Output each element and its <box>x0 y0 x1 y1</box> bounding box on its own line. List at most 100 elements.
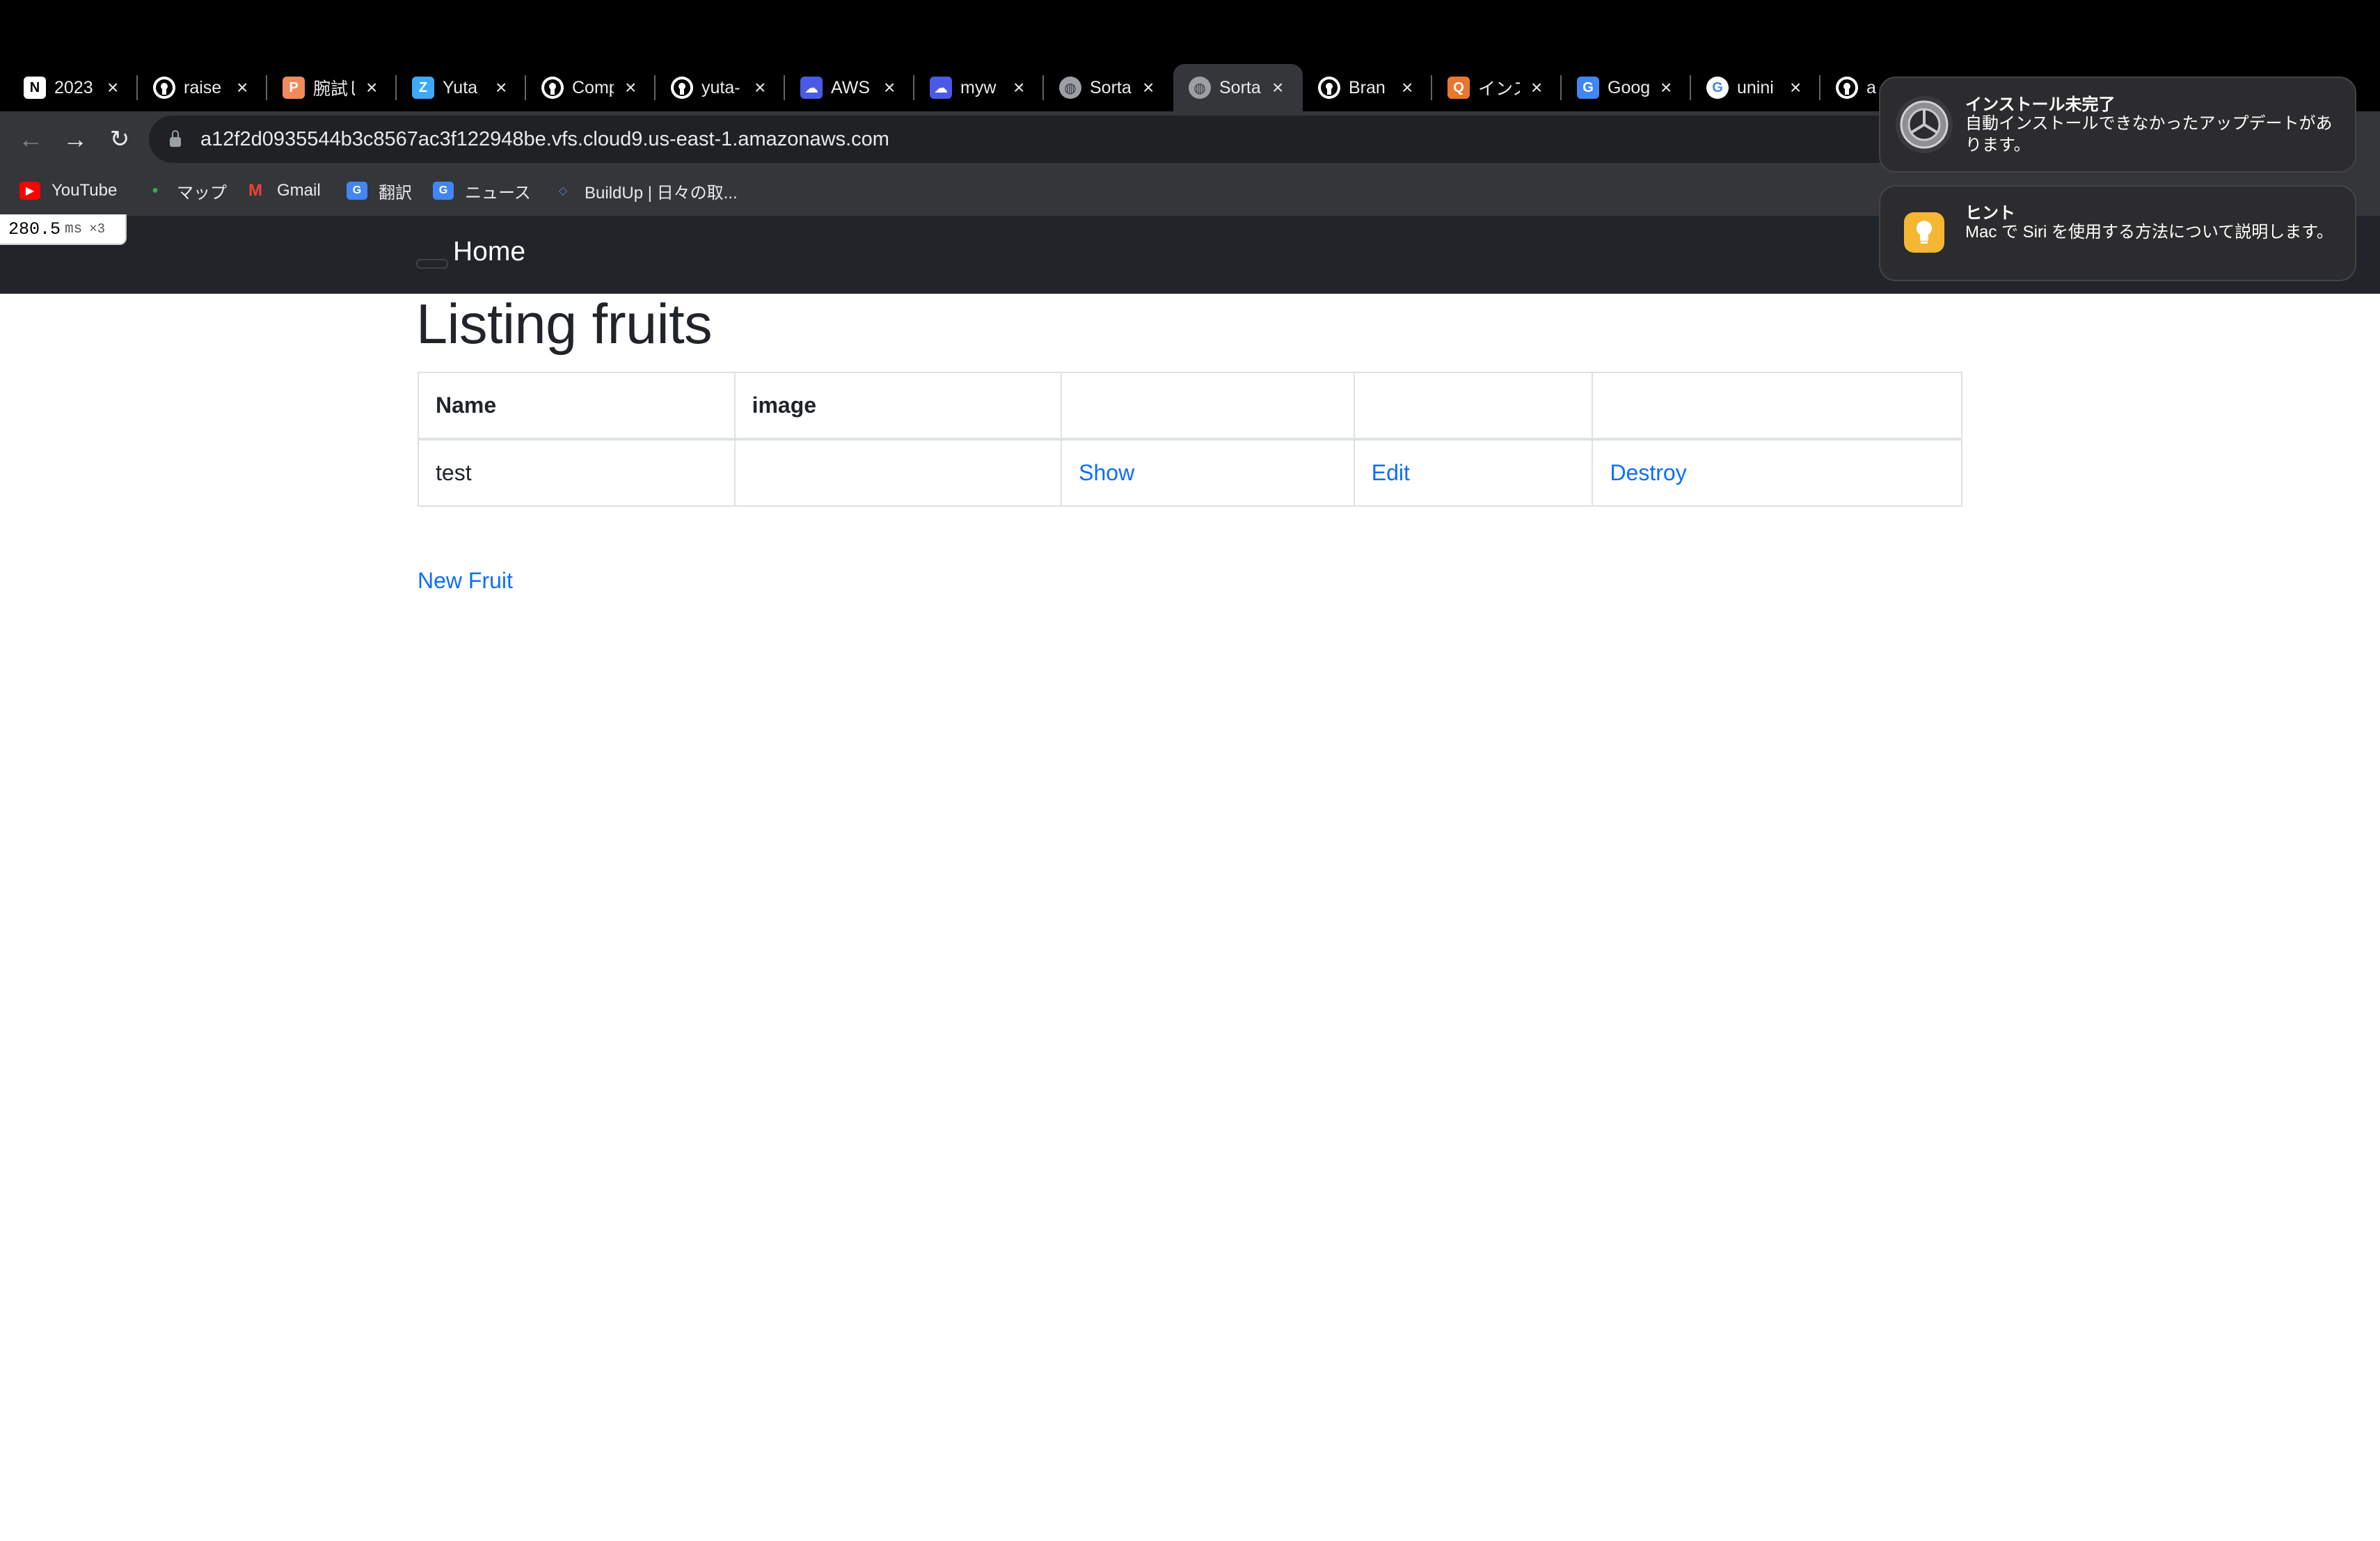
notification-body: Mac で Siri を使用する方法について説明します。 <box>1965 223 2333 242</box>
forward-icon[interactable]: → <box>58 123 92 156</box>
tab-separator <box>1042 75 1044 100</box>
browser-tab[interactable]: G Goog × <box>1562 65 1691 110</box>
bookmark-label[interactable]: YouTube <box>51 181 117 200</box>
tab-title[interactable]: Bran <box>1349 78 1390 98</box>
back-icon[interactable]: ← <box>14 123 47 156</box>
tab-separator <box>784 75 785 100</box>
browser-tab[interactable]: Comp × <box>526 65 656 110</box>
browser-tab[interactable]: P 腕試し × <box>267 65 397 110</box>
close-icon[interactable]: × <box>495 77 507 99</box>
close-icon[interactable]: × <box>1790 77 1801 99</box>
close-icon[interactable]: × <box>107 77 118 99</box>
notification-tips[interactable]: ヒント Mac で Siri を使用する方法について説明します。 <box>1879 185 2356 281</box>
browser-tab[interactable]: Z Yuta × <box>397 65 526 110</box>
tab-title[interactable]: myw <box>960 78 1002 98</box>
window-top-bar <box>0 0 2380 61</box>
tab-separator <box>266 75 267 100</box>
notification-title: インストール未完了 <box>1965 95 2116 114</box>
browser-tab[interactable]: raise × <box>138 65 267 110</box>
tab-title[interactable]: unini <box>1737 78 1779 98</box>
close-icon[interactable]: × <box>1531 77 1542 99</box>
table-header-row: Name image <box>418 372 1962 441</box>
bookmark-label[interactable]: Gmail <box>277 181 321 200</box>
cell-edit: Edit <box>1353 438 1594 507</box>
tab-title[interactable]: Yuta <box>443 78 484 98</box>
show-link[interactable]: Show <box>1079 460 1134 485</box>
destroy-link[interactable]: Destroy <box>1610 460 1686 485</box>
youtube-icon: ▶ <box>19 182 40 200</box>
table-row: test Show Edit Destroy <box>418 438 1962 507</box>
tab-title[interactable]: Comp <box>572 78 614 98</box>
paiza-icon: P <box>283 77 305 99</box>
header-empty <box>1353 372 1594 441</box>
tab-title[interactable]: raise <box>184 78 225 98</box>
translate-icon: G <box>1577 77 1599 99</box>
close-icon[interactable]: × <box>884 77 895 99</box>
bookmark-item[interactable]: ◇ BuildUp | 日々の取... <box>553 177 738 205</box>
bookmark-label[interactable]: BuildUp | 日々の取... <box>585 179 738 203</box>
bookmark-label[interactable]: ニュース <box>465 179 531 203</box>
cell-image <box>733 438 1063 507</box>
zenn-icon: Z <box>412 77 434 99</box>
tab-title[interactable]: Goog <box>1608 78 1649 98</box>
notification-title: ヒント <box>1965 204 2015 223</box>
tab-title[interactable]: Sorta <box>1090 78 1132 98</box>
close-icon[interactable]: × <box>1660 77 1672 99</box>
browser-tab[interactable]: ◍ Sorta × <box>1044 65 1173 110</box>
bookmark-item[interactable]: G ニュース <box>433 177 531 205</box>
tab-title[interactable]: 2023 <box>54 78 96 98</box>
url-text[interactable]: a12f2d0935544b3c8567ac3f122948be.vfs.clo… <box>200 128 889 151</box>
close-icon[interactable]: × <box>1402 77 1413 99</box>
close-icon[interactable]: × <box>1272 77 1283 99</box>
timing-multiplier: ×3 <box>89 221 106 237</box>
edit-link[interactable]: Edit <box>1372 460 1410 485</box>
google-icon: G <box>1706 77 1729 99</box>
browser-tab[interactable]: ☁ myw × <box>914 65 1044 110</box>
address-bar[interactable]: a12f2d0935544b3c8567ac3f122948be.vfs.clo… <box>149 116 2167 163</box>
bookmark-item[interactable]: ● マップ <box>145 177 227 205</box>
globe-icon: ◍ <box>1189 77 1211 99</box>
bookmark-item[interactable]: ▶ YouTube <box>19 177 117 205</box>
bookmark-label[interactable]: 翻訳 <box>379 179 412 203</box>
tab-title[interactable]: yuta- <box>701 78 743 98</box>
tab-separator <box>525 75 526 100</box>
close-icon[interactable]: × <box>1013 77 1024 99</box>
timing-unit: ms <box>65 221 83 237</box>
browser-tab[interactable]: Bran × <box>1303 65 1432 110</box>
bookmark-item[interactable]: G 翻訳 <box>347 177 412 205</box>
navbar-toggler[interactable] <box>416 259 448 269</box>
browser-tab[interactable]: N 2023 × <box>8 65 138 110</box>
notion-icon: N <box>24 77 46 99</box>
tab-title[interactable]: Sorta <box>1219 78 1261 98</box>
github-icon <box>541 77 564 99</box>
navbar-brand-home[interactable]: Home <box>453 237 525 267</box>
bookmark-item[interactable]: M Gmail <box>245 177 321 205</box>
browser-tab[interactable]: Q インス × <box>1432 65 1562 110</box>
notification-install[interactable]: インストール未完了 自動インストールできなかったアップデートがあります。 <box>1879 77 2356 173</box>
bookmark-label[interactable]: マップ <box>177 179 227 203</box>
close-icon[interactable]: × <box>237 77 248 99</box>
browser-tab[interactable]: Gunini × <box>1691 65 1820 110</box>
tab-title[interactable]: AWS <box>831 78 873 98</box>
close-icon[interactable]: × <box>366 77 377 99</box>
browser-tab[interactable]: ◍ Sorta × <box>1173 64 1303 111</box>
browser-tab[interactable]: yuta- × <box>656 65 785 110</box>
github-icon <box>1318 77 1340 99</box>
page-title: Listing fruits <box>416 293 713 356</box>
qiita-icon: Q <box>1447 77 1470 99</box>
new-fruit-link[interactable]: New Fruit <box>418 568 513 594</box>
close-icon[interactable]: × <box>1143 77 1154 99</box>
lock-icon[interactable] <box>170 130 181 147</box>
timing-overlay: 280.5 ms ×3 <box>0 214 127 245</box>
tab-separator <box>654 75 656 100</box>
tab-title[interactable]: 腕試し <box>313 75 355 100</box>
tab-separator <box>395 75 397 100</box>
close-icon[interactable]: × <box>625 77 636 99</box>
reload-icon[interactable]: ↻ <box>103 123 136 156</box>
browser-tab[interactable]: ☁ AWS × <box>785 65 914 110</box>
header-name: Name <box>418 372 736 441</box>
tab-title[interactable]: インス <box>1478 75 1520 100</box>
tab-separator <box>1690 75 1691 100</box>
close-icon[interactable]: × <box>754 77 765 99</box>
cloud9-icon: ☁ <box>800 77 823 99</box>
